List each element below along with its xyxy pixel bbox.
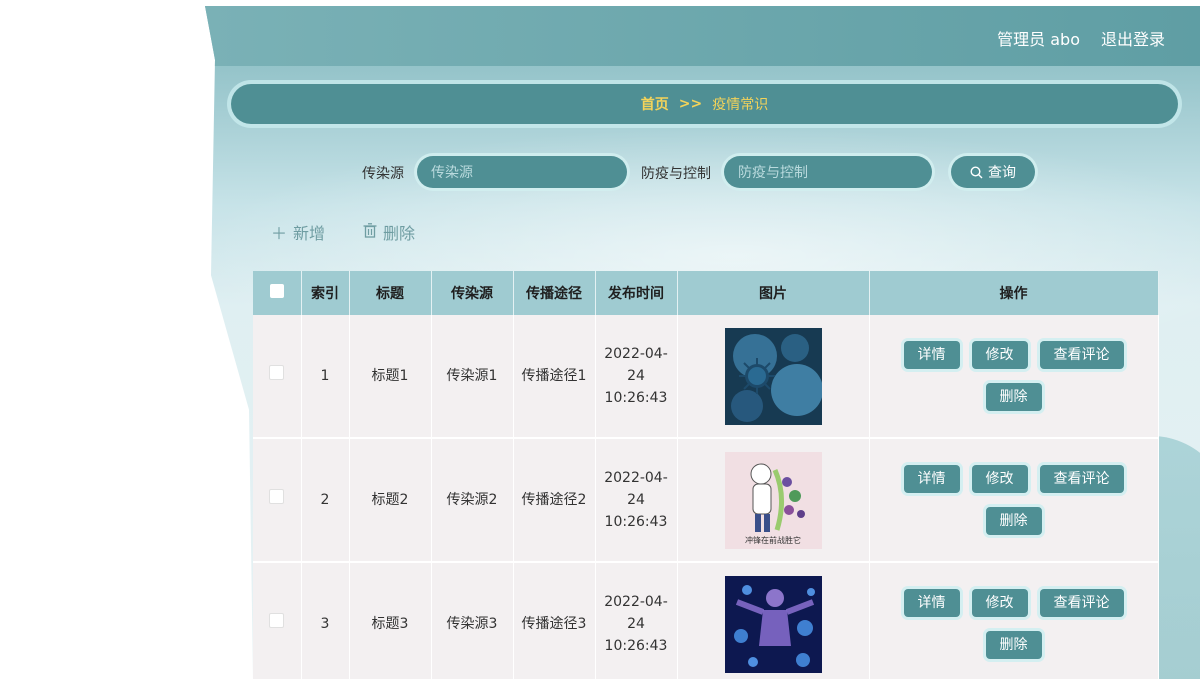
- detail-button[interactable]: 详情: [903, 465, 960, 493]
- action-bar: ＋ 新增 删除: [271, 220, 415, 244]
- delete-button[interactable]: 删除: [985, 507, 1042, 535]
- search-bar: 传染源 防疫与控制 查询: [205, 156, 1200, 188]
- search-icon: [970, 165, 983, 178]
- row-time: 2022-04-24 10:26:43: [595, 562, 678, 679]
- search-button[interactable]: 查询: [951, 156, 1035, 188]
- detail-button[interactable]: 详情: [903, 589, 960, 617]
- batch-delete-button[interactable]: 删除: [363, 220, 415, 244]
- row-source: 传染源3: [431, 562, 514, 679]
- current-user: 管理员 abo: [997, 30, 1080, 49]
- select-all-cell: [253, 271, 302, 315]
- row-route: 传播途径3: [513, 562, 596, 679]
- view-comments-button[interactable]: 查看评论: [1039, 341, 1124, 369]
- breadcrumb-home[interactable]: 首页: [641, 94, 669, 114]
- row-title: 标题3: [349, 562, 432, 679]
- row-index: 1: [301, 315, 350, 439]
- table-row: 3 标题3 传染源3 传播途径3 2022-04-24 10:26:43 详情 …: [253, 562, 1159, 679]
- column-header-actions: 操作: [869, 271, 1159, 315]
- row-actions-cell: 详情 修改 查看评论 删除: [869, 562, 1159, 679]
- column-header-title: 标题: [349, 271, 432, 315]
- view-comments-button[interactable]: 查看评论: [1039, 465, 1124, 493]
- row-title: 标题1: [349, 315, 432, 439]
- edit-button[interactable]: 修改: [971, 589, 1028, 617]
- row-source: 传染源1: [431, 315, 514, 439]
- table-row: 2 标题2 传染源2 传播途径2 2022-04-24 10:26:43 冲锋在…: [253, 438, 1159, 563]
- row-image-cell: [677, 562, 870, 679]
- row-checkbox[interactable]: [269, 613, 285, 628]
- row-actions-cell: 详情 修改 查看评论 删除: [869, 315, 1159, 439]
- prevention-search-input[interactable]: [724, 156, 932, 188]
- row-select-cell: [253, 562, 302, 679]
- row-route: 传播途径1: [513, 315, 596, 439]
- row-index: 2: [301, 438, 350, 563]
- row-image-cell: 冲锋在前战胜它: [677, 438, 870, 563]
- breadcrumb-separator: >>: [678, 96, 703, 112]
- row-title: 标题2: [349, 438, 432, 563]
- logout-link[interactable]: 退出登录: [1101, 26, 1165, 50]
- search-button-label: 查询: [988, 165, 1016, 181]
- prevention-label: 防疫与控制: [641, 166, 711, 182]
- row-index: 3: [301, 562, 350, 679]
- add-button-label: 新增: [293, 224, 326, 243]
- batch-delete-label: 删除: [383, 224, 416, 243]
- doctor-cartoon-image: 冲锋在前战胜它: [724, 451, 822, 549]
- delete-button[interactable]: 删除: [985, 383, 1042, 411]
- column-header-index: 索引: [301, 271, 350, 315]
- app-window: 管理员 abo 退出登录 首页 >> 疫情常识 传染源 防疫与控制 查询 ＋ 新…: [205, 6, 1200, 679]
- column-header-image: 图片: [677, 271, 870, 315]
- delete-button[interactable]: 删除: [985, 631, 1042, 659]
- add-button[interactable]: ＋ 新增: [271, 220, 325, 244]
- row-image-cell: [677, 315, 870, 439]
- column-header-source: 传染源: [431, 271, 514, 315]
- trash-icon: [363, 222, 377, 242]
- column-header-time: 发布时间: [595, 271, 678, 315]
- table-header-row: 索引 标题 传染源 传播途径 发布时间 图片 操作: [253, 271, 1159, 315]
- row-route: 传播途径2: [513, 438, 596, 563]
- source-search-input[interactable]: [417, 156, 627, 188]
- detail-button[interactable]: 详情: [903, 341, 960, 369]
- row-actions-cell: 详情 修改 查看评论 删除: [869, 438, 1159, 563]
- row-checkbox[interactable]: [269, 365, 285, 380]
- virus-cells-image: [724, 327, 822, 425]
- edit-button[interactable]: 修改: [971, 465, 1028, 493]
- breadcrumb: 首页 >> 疫情常识: [231, 84, 1178, 124]
- select-all-checkbox[interactable]: [269, 284, 284, 298]
- row-time: 2022-04-24 10:26:43: [595, 438, 678, 563]
- row-select-cell: [253, 438, 302, 563]
- data-table: 索引 标题 传染源 传播途径 发布时间 图片 操作 1 标题1 传染源1 传播途…: [253, 271, 1159, 679]
- edit-button[interactable]: 修改: [971, 341, 1028, 369]
- breadcrumb-current: 疫情常识: [712, 97, 769, 113]
- human-figure-virus-image: [724, 575, 822, 673]
- image-caption: 冲锋在前战胜它: [745, 535, 801, 545]
- row-time: 2022-04-24 10:26:43: [595, 315, 678, 439]
- column-header-route: 传播途径: [513, 271, 596, 315]
- row-checkbox[interactable]: [269, 489, 285, 504]
- view-comments-button[interactable]: 查看评论: [1039, 589, 1124, 617]
- row-select-cell: [253, 315, 302, 439]
- plus-icon: ＋: [271, 224, 288, 243]
- top-bar: 管理员 abo 退出登录: [205, 6, 1200, 66]
- source-label: 传染源: [362, 166, 404, 182]
- table-row: 1 标题1 传染源1 传播途径1 2022-04-24 10:26:43 详情 …: [253, 315, 1159, 439]
- row-source: 传染源2: [431, 438, 514, 563]
